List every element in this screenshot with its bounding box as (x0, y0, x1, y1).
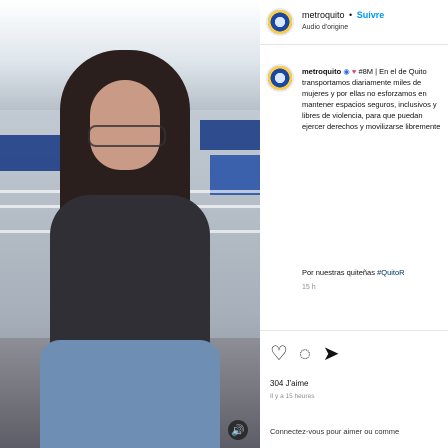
avatar[interactable] (266, 8, 294, 36)
heart-icon[interactable]: ♡ (268, 343, 290, 365)
caption-text: #8M | En el de Quito transportamos diari… (302, 67, 441, 131)
speaker-person (40, 40, 220, 448)
likes-count: 304 J'aime (270, 379, 309, 388)
avatar[interactable] (266, 64, 294, 92)
header-user-line: metroquito • Suivre (302, 10, 384, 20)
post-actions: ♡ ◌ ➤ 304 J'aime Il y a 15 heures Connec… (260, 330, 448, 441)
tag-prefix: Por nuestras quiteñas (302, 268, 375, 277)
tag-line: Por nuestras quiteñas #QuitoR (302, 268, 405, 277)
post-caption-block: metroquito ◉ ♥ #8M | En el de Quito tran… (260, 54, 448, 304)
video-player[interactable]: 🔊 (0, 0, 260, 448)
header-username[interactable]: metroquito (302, 10, 345, 20)
post-header: metroquito • Suivre Audio d'origine (260, 0, 448, 45)
follow-button[interactable]: Suivre (357, 10, 385, 20)
comment-icon[interactable]: ◌ (294, 343, 316, 365)
audio-label[interactable]: Audio d'origine (302, 24, 348, 31)
torso (50, 195, 210, 355)
glasses (88, 125, 166, 147)
hashtag-link[interactable]: #QuitoR (377, 268, 405, 277)
speaker-icon: 🔊 (231, 424, 245, 437)
share-icon[interactable]: ➤ (320, 343, 342, 365)
time-ago: Il y a 15 heures (270, 393, 315, 400)
jeans (40, 340, 220, 448)
globe-icon: ◉ (343, 67, 350, 76)
separator-dot: • (349, 10, 353, 20)
heart-icon: ♥ (351, 67, 357, 76)
caption-username[interactable]: metroquito (302, 67, 341, 76)
caption: metroquito ◉ ♥ #8M | En el de Quito tran… (302, 66, 442, 132)
post-time: 15 h (302, 284, 316, 291)
post-sidebar: metroquito • Suivre Audio d'origine metr… (260, 0, 448, 448)
mute-button[interactable]: 🔊 (228, 420, 248, 440)
login-prompt[interactable]: Connectez-vous pour aimer ou comme (270, 427, 399, 436)
